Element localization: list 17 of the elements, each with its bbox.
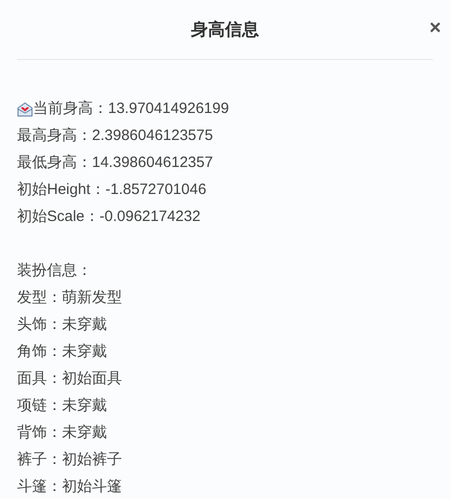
outfit-line: 头饰：未穿戴 bbox=[17, 316, 107, 333]
dialog-title: 身高信息 bbox=[191, 18, 259, 41]
envelope-heart-icon bbox=[17, 100, 33, 116]
outfit-line: 面具：初始面具 bbox=[17, 370, 122, 387]
outfit-line: 背饰：未穿戴 bbox=[17, 424, 107, 441]
height-info-line: 最低身高：14.398604612357 bbox=[17, 153, 213, 173]
outfit-line: 项链：未穿戴 bbox=[17, 397, 107, 414]
height-info-line: 当前身高：13.970414926199 bbox=[33, 99, 229, 119]
outfit-line: 斗篷：初始斗篷 bbox=[17, 478, 122, 495]
outfit-line: 角饰：未穿戴 bbox=[17, 343, 107, 360]
height-info-line: 初始Height：-1.8572701046 bbox=[17, 180, 206, 200]
height-info-line: 最高身高：2.3986046123575 bbox=[17, 126, 213, 146]
close-button[interactable]: × bbox=[429, 18, 441, 38]
outfit-line: 发型：萌新发型 bbox=[17, 289, 122, 306]
height-info-line: 初始Scale：-0.0962174232 bbox=[17, 207, 200, 227]
outfit-line: 裤子：初始裤子 bbox=[17, 451, 122, 468]
outfit-heading: 装扮信息： bbox=[17, 262, 92, 279]
